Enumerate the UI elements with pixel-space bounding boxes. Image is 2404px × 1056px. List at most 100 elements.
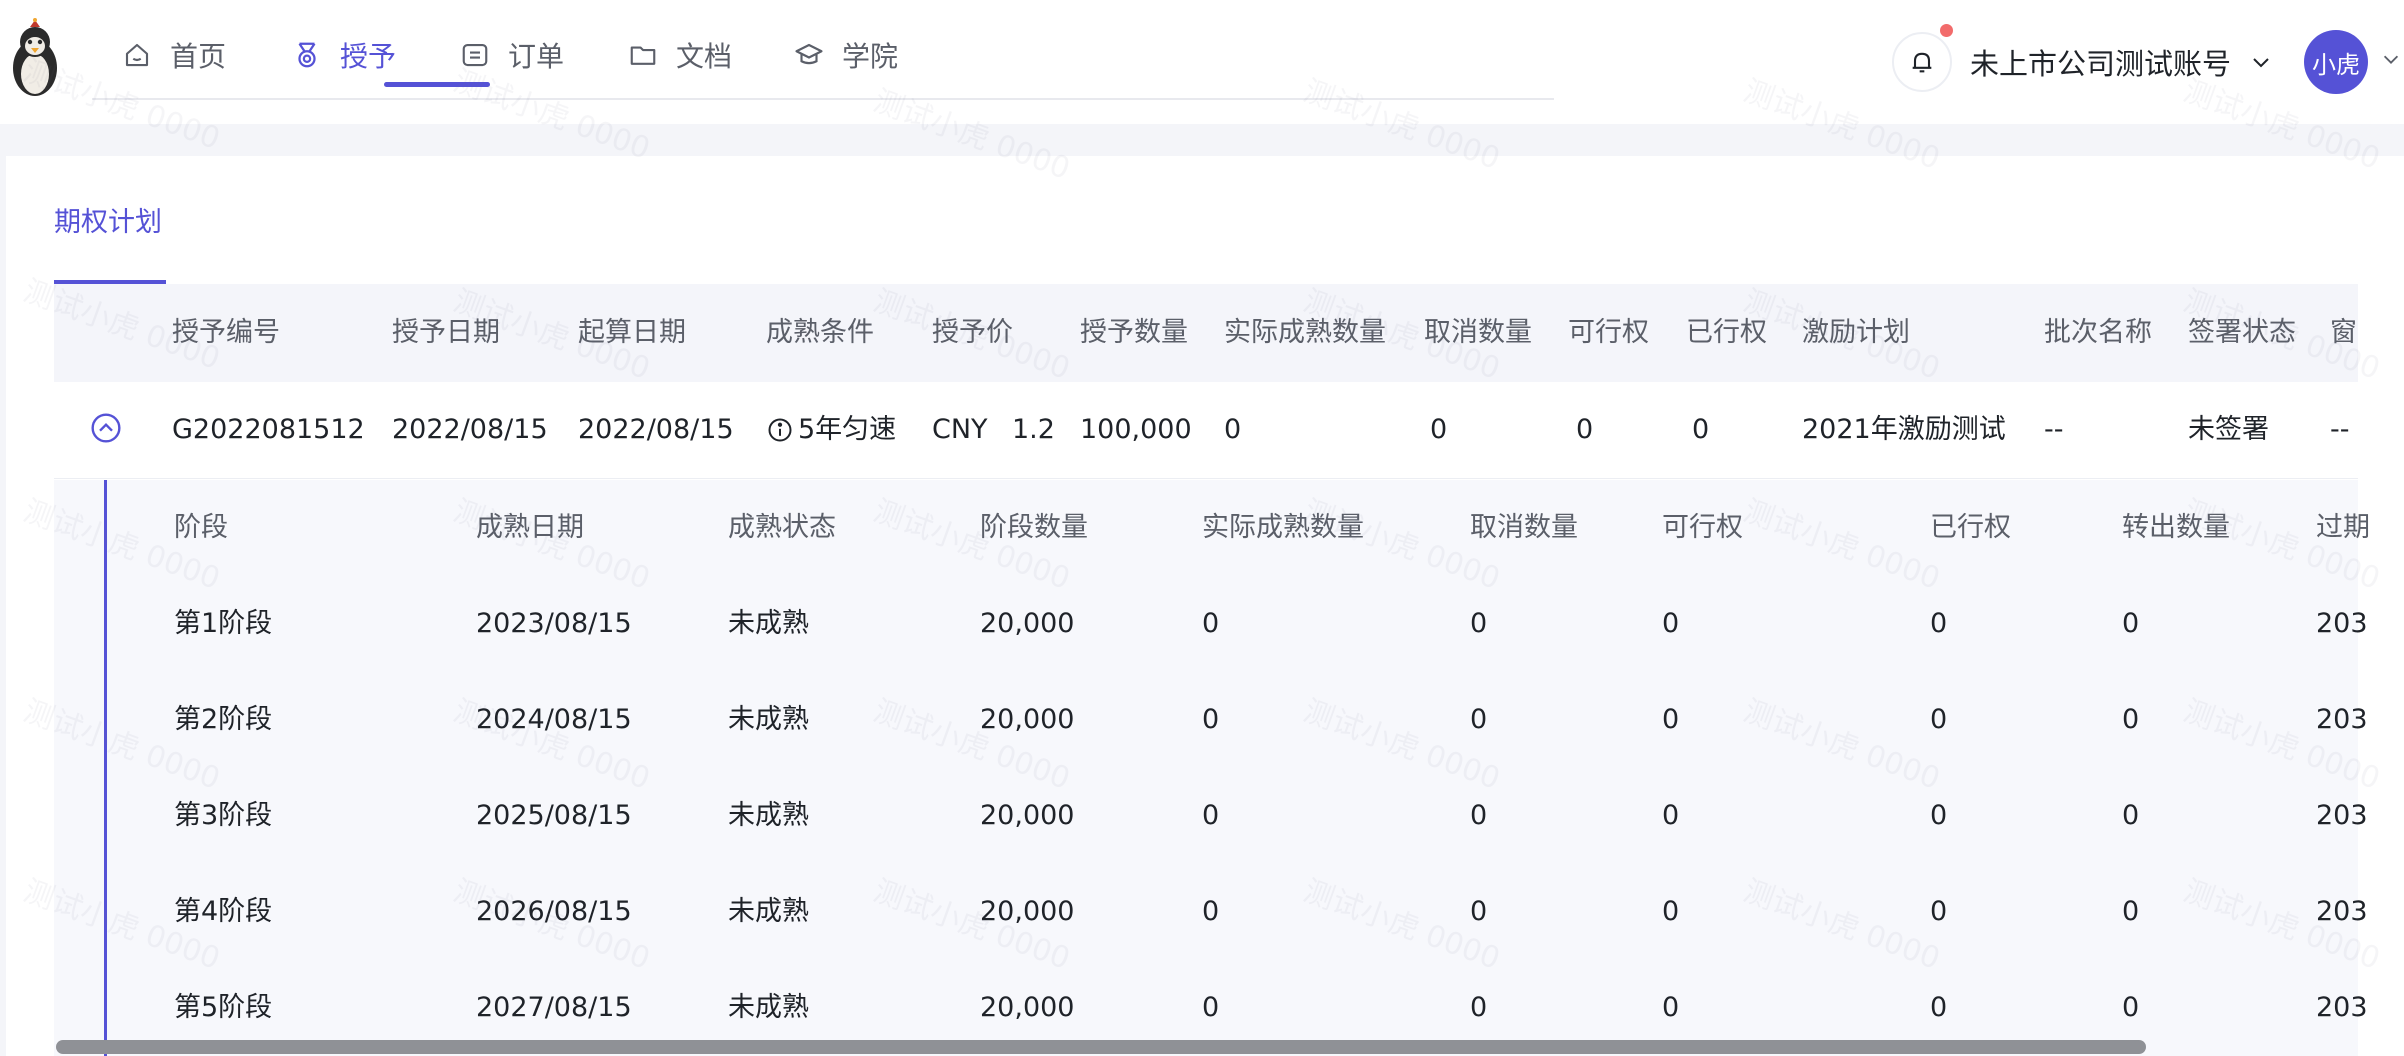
table-row: 第4阶段 2026/08/15 未成熟 20,000 0 0 0 0 0 203: [54, 864, 2368, 960]
stage-name: 第4阶段: [174, 896, 273, 927]
price-value: 1.2: [1012, 414, 1055, 445]
column-header: 过期: [2316, 512, 2370, 543]
expanded-row-indicator: [104, 480, 107, 1056]
vesting-condition-text: 5年匀速: [798, 414, 897, 445]
stage-name: 第3阶段: [174, 800, 273, 831]
column-header: 成熟日期: [476, 512, 584, 543]
column-header: 授予日期: [392, 317, 500, 348]
chevron-down-icon[interactable]: [2380, 48, 2402, 70]
column-header: 取消数量: [1470, 512, 1578, 543]
column-header: 激励计划: [1802, 317, 1910, 348]
notification-dot: [1940, 24, 1953, 37]
transferred-quantity: 0: [2122, 608, 2140, 639]
column-header: 授予价: [932, 317, 1013, 348]
expiry-date: 203: [2316, 608, 2368, 639]
vested-quantity: 0: [1202, 896, 1220, 927]
tab-option-plan[interactable]: 期权计划: [54, 200, 162, 239]
penguin-logo[interactable]: [10, 18, 60, 98]
column-header: 阶段数量: [980, 512, 1088, 543]
transferred-quantity: 0: [2122, 800, 2140, 831]
nav-item-grant[interactable]: 授予: [292, 30, 396, 80]
batch-name: --: [2044, 414, 2064, 445]
column-header: 批次名称: [2044, 317, 2152, 348]
column-header: 可行权: [1662, 512, 1743, 543]
exercisable-quantity: 0: [1576, 414, 1594, 445]
grant-date: 2022/08/15: [392, 414, 548, 445]
vesting-status: 未成熟: [728, 608, 809, 639]
home-icon: [125, 43, 149, 67]
price-currency: CNY: [932, 414, 988, 445]
nav-item-label: 学院: [842, 40, 899, 73]
vested-quantity: 0: [1202, 800, 1220, 831]
chevron-up-icon: [99, 422, 113, 432]
vesting-date: 2024/08/15: [476, 704, 632, 735]
vested-quantity: 0: [1202, 608, 1220, 639]
info-icon: [768, 418, 792, 442]
nav-item-academy[interactable]: 学院: [794, 30, 898, 80]
column-header: 转出数量: [2122, 512, 2230, 543]
notification-button[interactable]: [1892, 32, 1952, 92]
vesting-condition[interactable]: 5年匀速: [766, 382, 896, 478]
exercised-quantity: 0: [1692, 414, 1710, 445]
sign-status: 未签署: [2188, 414, 2269, 445]
column-header: 实际成熟数量: [1202, 512, 1364, 543]
avatar[interactable]: 小虎: [2304, 30, 2368, 94]
vesting-date: 2023/08/15: [476, 608, 632, 639]
table-row: 第1阶段 2023/08/15 未成熟 20,000 0 0 0 0 0 203: [54, 576, 2368, 672]
exercisable-quantity: 0: [1662, 800, 1680, 831]
grant-quantity: 100,000: [1080, 414, 1192, 445]
column-header: 已行权: [1686, 317, 1767, 348]
cancelled-quantity: 0: [1430, 414, 1448, 445]
nav-item-docs[interactable]: 文档: [628, 30, 732, 80]
account-switcher[interactable]: 未上市公司测试账号: [1970, 38, 2273, 86]
bell-icon: [1912, 52, 1932, 73]
folder-icon: [630, 46, 656, 65]
nav-active-indicator: [384, 82, 490, 87]
column-header: 成熟状态: [728, 512, 836, 543]
incentive-plan: 2021年激励测试: [1802, 414, 2006, 445]
column-header: 授予编号: [172, 317, 280, 348]
cancelled-quantity: 0: [1470, 704, 1488, 735]
chevron-down-icon: [2253, 58, 2269, 68]
column-header: 成熟条件: [766, 317, 874, 348]
expiry-date: 203: [2316, 896, 2368, 927]
exercisable-quantity: 0: [1662, 896, 1680, 927]
account-name: 未上市公司测试账号: [1970, 47, 2232, 81]
stage-name: 第2阶段: [174, 704, 273, 735]
vesting-status: 未成熟: [728, 800, 809, 831]
cancelled-quantity: 0: [1470, 608, 1488, 639]
stage-quantity: 20,000: [980, 896, 1075, 927]
vested-quantity: 0: [1202, 704, 1220, 735]
vesting-status: 未成熟: [728, 704, 809, 735]
academy-icon: [795, 43, 823, 65]
nav-item-label: 首页: [170, 40, 227, 73]
vesting-status: 未成熟: [728, 896, 809, 927]
transferred-quantity: 0: [2122, 896, 2140, 927]
exercisable-quantity: 0: [1662, 608, 1680, 639]
cancelled-quantity: 0: [1470, 896, 1488, 927]
grant-number: G2022081512: [172, 414, 365, 445]
nav-item-orders[interactable]: 订单: [460, 30, 564, 80]
column-header: 已行权: [1930, 512, 2011, 543]
order-icon: [462, 43, 488, 67]
stage-quantity: 20,000: [980, 800, 1075, 831]
exercised-quantity: 0: [1930, 800, 1948, 831]
column-header: 起算日期: [578, 317, 686, 348]
exercised-quantity: 0: [1930, 704, 1948, 735]
collapse-row-button[interactable]: [90, 412, 122, 444]
table-row: 第2阶段 2024/08/15 未成熟 20,000 0 0 0 0 0 203: [54, 672, 2368, 768]
transferred-quantity: 0: [2122, 704, 2140, 735]
table-row[interactable]: G2022081512 2022/08/15 2022/08/15 5年匀速 C…: [54, 382, 2358, 479]
table-row: 第3阶段 2025/08/15 未成熟 20,000 0 0 0 0 0 203: [54, 768, 2368, 864]
grants-table-header: 授予编号 授予日期 起算日期 成熟条件 授予价 授予数量 实际成熟数量 取消数量…: [54, 284, 2358, 382]
column-header: 窗: [2330, 317, 2357, 348]
main-nav: 首页 授予 订单 文档 学院: [92, 0, 1554, 100]
nav-item-home[interactable]: 首页: [122, 30, 226, 80]
exercised-quantity: 0: [1930, 608, 1948, 639]
horizontal-scrollbar[interactable]: [56, 1040, 2146, 1054]
nav-item-label: 授予: [340, 40, 397, 73]
expiry-date: 203: [2316, 800, 2368, 831]
window-value: --: [2330, 414, 2350, 445]
column-header: 取消数量: [1424, 317, 1532, 348]
cancelled-quantity: 0: [1470, 800, 1488, 831]
